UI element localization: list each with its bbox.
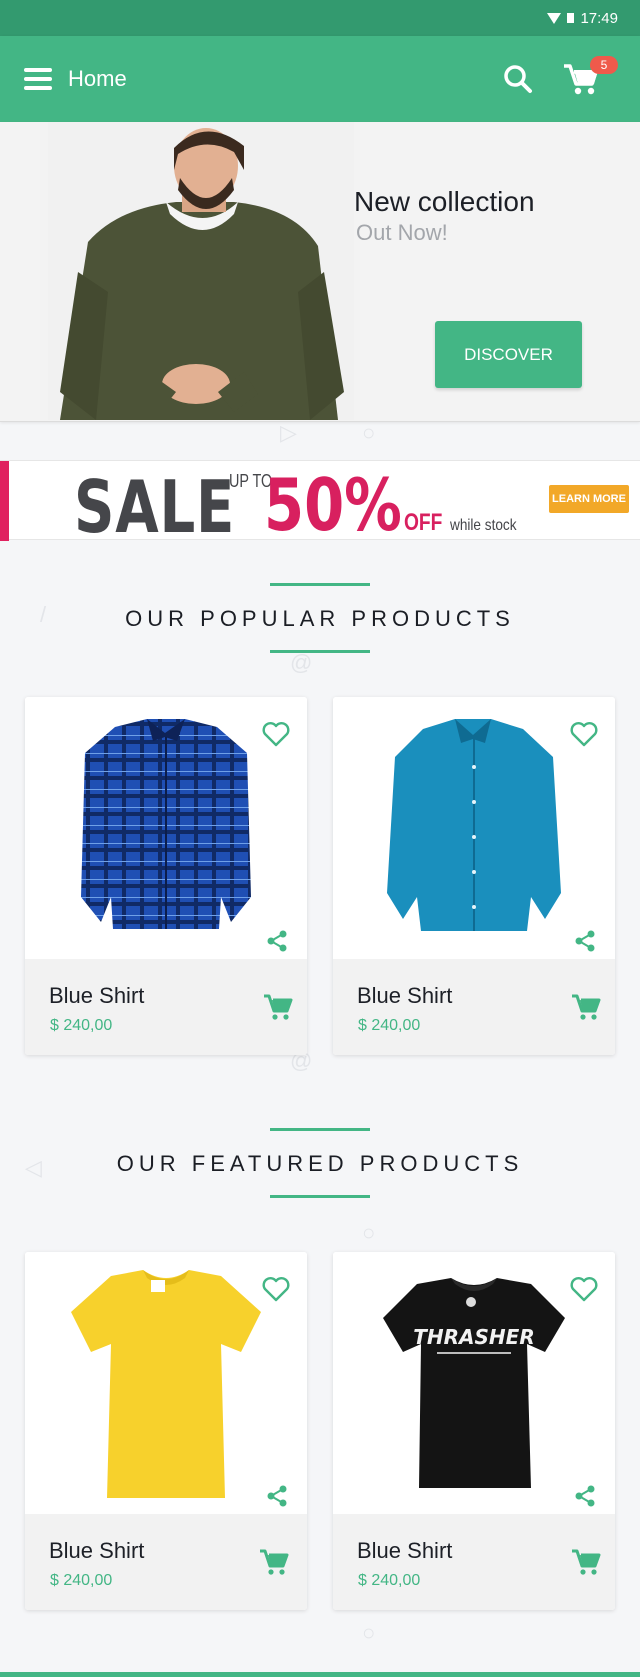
section-divider: [270, 1195, 370, 1198]
section-divider: [270, 650, 370, 653]
cart-button[interactable]: 5: [562, 56, 618, 98]
share-icon[interactable]: [265, 929, 289, 953]
menu-icon[interactable]: [24, 68, 52, 92]
product-info: Blue Shirt $ 240,00: [25, 1514, 307, 1610]
while-stock-text: while stock: [450, 517, 517, 534]
product-info: Blue Shirt $ 240,00: [333, 959, 615, 1055]
off-text: OFF: [404, 509, 443, 536]
product-name: Blue Shirt: [49, 1538, 145, 1563]
battery-icon: [567, 13, 575, 23]
background-doodle: @: [290, 650, 313, 675]
share-icon[interactable]: [573, 1484, 597, 1508]
page-title: Home: [68, 66, 127, 91]
bottom-accent-strip: [0, 1672, 640, 1677]
product-info: Blue Shirt $ 240,00: [333, 1514, 615, 1610]
product-name: Blue Shirt: [357, 983, 453, 1008]
section-divider: [270, 583, 370, 586]
app-bar: Home 5: [0, 36, 640, 122]
product-image: [25, 1252, 307, 1514]
add-to-cart-icon[interactable]: [571, 1548, 601, 1576]
product-info: Blue Shirt $ 240,00: [25, 959, 307, 1055]
share-icon[interactable]: [573, 929, 597, 953]
product-price: $ 240,00: [50, 1017, 113, 1034]
product-price: $ 240,00: [358, 1572, 421, 1589]
sale-accent-stripe: [0, 461, 9, 541]
background-doodle: ○: [362, 1620, 376, 1645]
add-to-cart-icon[interactable]: [571, 993, 601, 1021]
product-card[interactable]: Blue Shirt $ 240,00: [25, 1252, 307, 1610]
favorite-heart-icon[interactable]: [262, 721, 290, 747]
background-doodle: ○: [362, 420, 376, 445]
sale-text: SALE: [74, 465, 236, 549]
product-image: [333, 697, 615, 959]
section-divider: [270, 1128, 370, 1131]
product-card[interactable]: THRASHER Blue Shirt $ 240,00: [333, 1252, 615, 1610]
learn-more-button[interactable]: LEARN MORE: [549, 485, 629, 513]
favorite-heart-icon[interactable]: [570, 1276, 598, 1302]
hero-model-image: [48, 122, 354, 420]
search-icon[interactable]: [503, 64, 533, 94]
add-to-cart-icon[interactable]: [259, 1548, 289, 1576]
popular-section-title: OUR POPULAR PRODUCTS: [125, 606, 515, 631]
featured-section-title: OUR FEATURED PRODUCTS: [116, 1151, 524, 1176]
status-time: 17:49: [580, 9, 618, 27]
svg-text:THRASHER: THRASHER: [413, 1325, 534, 1349]
sale-banner[interactable]: SALE UP TO 50% OFF while stock LEARN MOR…: [0, 460, 640, 549]
product-card[interactable]: Blue Shirt $ 240,00: [25, 697, 307, 1055]
share-icon[interactable]: [265, 1484, 289, 1508]
status-bar: 17:49: [0, 0, 640, 36]
discover-button[interactable]: DISCOVER: [435, 321, 582, 388]
product-card[interactable]: Blue Shirt $ 240,00: [333, 697, 615, 1055]
background-doodle: ○: [362, 1220, 376, 1245]
popular-section-header: OUR POPULAR PRODUCTS: [0, 583, 640, 653]
product-price: $ 240,00: [50, 1572, 113, 1589]
discount-percent: 50%: [264, 463, 402, 547]
favorite-heart-icon[interactable]: [570, 721, 598, 747]
wifi-icon: [547, 12, 562, 24]
cart-count-badge: 5: [590, 56, 618, 74]
product-price: $ 240,00: [358, 1017, 421, 1034]
hero-subtitle: Out Now!: [356, 220, 448, 245]
background-doodle: ▷: [280, 420, 297, 445]
add-to-cart-icon[interactable]: [263, 993, 293, 1021]
product-name: Blue Shirt: [49, 983, 145, 1008]
hero-title: New collection: [354, 186, 535, 217]
product-image: [25, 697, 307, 959]
featured-section-header: OUR FEATURED PRODUCTS: [0, 1128, 640, 1198]
favorite-heart-icon[interactable]: [262, 1276, 290, 1302]
hero-banner: New collection Out Now! DISCOVER: [0, 122, 640, 422]
product-name: Blue Shirt: [357, 1538, 453, 1563]
product-image: THRASHER: [333, 1252, 615, 1514]
